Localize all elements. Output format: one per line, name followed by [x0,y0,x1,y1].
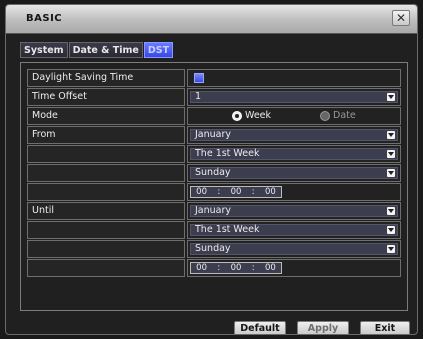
chevron-down-icon [387,207,395,215]
mode-date-label: Date [333,110,356,121]
tab-system[interactable]: System [20,42,68,58]
chevron-down-icon [387,245,395,253]
chevron-down-icon [387,93,395,101]
until-month-select[interactable]: January [190,205,398,217]
from-day-cell: Sunday [187,164,401,182]
apply-button[interactable]: Apply [297,321,349,334]
from-week-cell: The 1st Week [187,145,401,163]
from-day-value: Sunday [195,167,231,178]
until-month-row: Until January [27,202,401,220]
time-offset-value: 1 [195,91,202,102]
daylight-saving-row: Daylight Saving Time [27,69,401,87]
tab-bar: System Date & Time DST [20,42,174,58]
mode-date-radio[interactable]: Date [320,109,370,123]
time-offset-label: Time Offset [27,88,185,106]
time-offset-row: Time Offset 1 [27,88,401,106]
basic-dialog: BASIC ✕ System Date & Time DST Daylight … [5,4,418,335]
until-day-row: Sunday [27,240,401,258]
until-day-cell: Sunday [187,240,401,258]
dst-settings-panel: Daylight Saving Time Time Offset 1 Mode … [20,62,408,311]
until-day-select[interactable]: Sunday [190,243,398,255]
from-week-row: The 1st Week [27,145,401,163]
until-week-select[interactable]: The 1st Week [190,224,398,236]
mode-week-radio[interactable]: Week [232,109,282,123]
until-week-label-cell [27,221,185,239]
time-separator: : [217,263,221,273]
chevron-down-icon [387,150,395,158]
tab-dst[interactable]: DST [143,42,174,58]
until-label: Until [27,202,185,220]
from-day-row: Sunday [27,164,401,182]
until-month-cell: January [187,202,401,220]
chevron-down-icon [387,169,395,177]
close-icon: ✕ [395,11,407,25]
until-month-value: January [195,205,232,216]
chevron-down-icon [387,226,395,234]
time-offset-select[interactable]: 1 [190,91,398,103]
tab-date-time[interactable]: Date & Time [68,42,143,58]
from-time-row: 00 : 00 : 00 [27,183,401,201]
from-month-cell: January [187,126,401,144]
from-second[interactable]: 00 [265,187,276,197]
from-label: From [27,126,185,144]
mode-week-label: Week [245,110,272,121]
until-time-input[interactable]: 00 : 00 : 00 [190,262,282,274]
title-bar: BASIC ✕ [6,5,417,34]
until-second[interactable]: 00 [265,263,276,273]
until-day-label-cell [27,240,185,258]
from-day-select[interactable]: Sunday [190,167,398,179]
time-separator: : [217,187,221,197]
until-time-row: 00 : 00 : 00 [27,259,401,277]
from-month-select[interactable]: January [190,129,398,141]
mode-cell: Week Date [187,107,401,125]
from-minute[interactable]: 00 [231,187,242,197]
time-offset-cell: 1 [187,88,401,106]
until-time-cell: 00 : 00 : 00 [187,259,401,277]
until-week-row: The 1st Week [27,221,401,239]
from-week-value: The 1st Week [195,148,260,159]
time-separator: : [251,187,255,197]
until-hour[interactable]: 00 [196,263,207,273]
from-day-label-cell [27,164,185,182]
default-button[interactable]: Default [234,321,286,334]
from-month-value: January [195,129,232,140]
radio-selected-icon [232,111,242,121]
mode-label: Mode [27,107,185,125]
mode-row: Mode Week Date [27,107,401,125]
until-week-cell: The 1st Week [187,221,401,239]
dialog-title: BASIC [26,13,63,24]
until-time-label-cell [27,259,185,277]
chevron-down-icon [387,131,395,139]
from-time-cell: 00 : 00 : 00 [187,183,401,201]
time-separator: : [251,263,255,273]
radio-unselected-icon [320,111,330,121]
until-week-value: The 1st Week [195,224,260,235]
exit-button[interactable]: Exit [360,321,410,334]
close-button[interactable]: ✕ [392,10,410,26]
from-month-row: From January [27,126,401,144]
from-week-select[interactable]: The 1st Week [190,148,398,160]
until-minute[interactable]: 00 [231,263,242,273]
from-time-label-cell [27,183,185,201]
from-week-label-cell [27,145,185,163]
from-hour[interactable]: 00 [196,187,207,197]
daylight-saving-label: Daylight Saving Time [27,69,185,87]
daylight-saving-checkbox[interactable] [194,73,204,83]
until-day-value: Sunday [195,243,231,254]
from-time-input[interactable]: 00 : 00 : 00 [190,186,282,198]
daylight-saving-cell [187,69,401,87]
